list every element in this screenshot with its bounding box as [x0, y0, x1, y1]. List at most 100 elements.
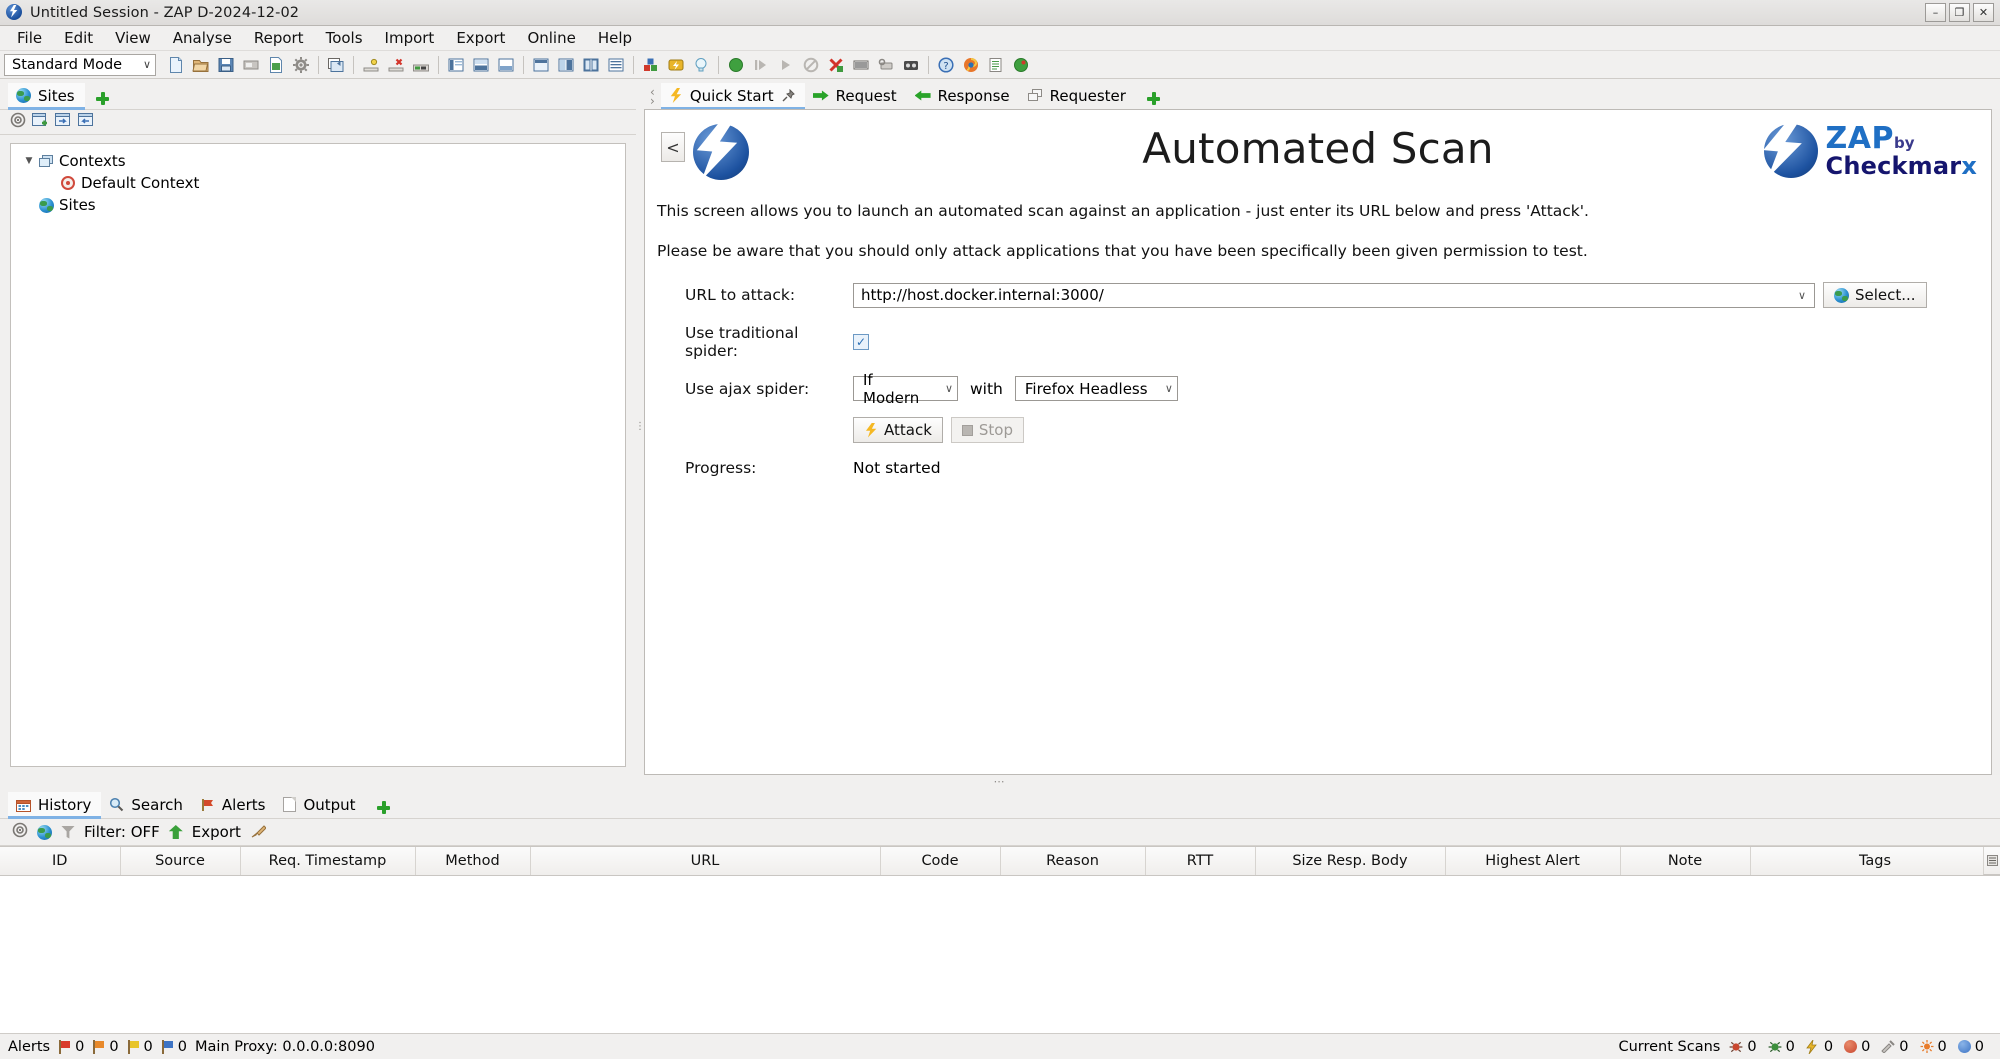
expand-all-icon[interactable]	[359, 53, 383, 77]
column-header-reason[interactable]: Reason	[1000, 847, 1146, 876]
tab-quick-start[interactable]: Quick Start	[660, 83, 805, 110]
alert-medium[interactable]: 0	[92, 1039, 119, 1055]
layout-full-icon[interactable]	[444, 53, 468, 77]
record-icon[interactable]	[899, 53, 923, 77]
menu-report[interactable]: Report	[243, 26, 315, 50]
help-icon[interactable]: ?	[934, 53, 958, 77]
manage-addons-icon[interactable]	[324, 53, 348, 77]
open-session-icon[interactable]	[189, 53, 213, 77]
scan-websocket[interactable]: 0	[1920, 1039, 1947, 1055]
step-icon[interactable]	[774, 53, 798, 77]
layout-panel3-icon[interactable]	[579, 53, 603, 77]
tab-request[interactable]: Request	[805, 83, 907, 109]
tab-search[interactable]: Search	[101, 792, 193, 818]
tab-scroll-arrows[interactable]: ‹ ›	[646, 86, 661, 109]
layout-panel1-icon[interactable]	[529, 53, 553, 77]
column-header-tags[interactable]: Tags	[1750, 847, 2000, 876]
funnel-icon[interactable]	[61, 825, 75, 839]
column-chooser-button[interactable]	[1983, 847, 2000, 875]
export-context-icon[interactable]	[78, 112, 95, 132]
tree-node-default-context[interactable]: Default Context	[11, 172, 625, 194]
target-scope-icon[interactable]	[12, 822, 28, 842]
import-context-icon[interactable]	[55, 112, 72, 132]
collapse-all-icon[interactable]	[384, 53, 408, 77]
browser-select[interactable]: Firefox Headless ∨	[1014, 376, 1178, 401]
chevron-down-icon[interactable]: ▼	[21, 156, 37, 166]
horizontal-splitter[interactable]: ⋯	[0, 775, 2000, 788]
scan-policy-icon[interactable]	[664, 53, 688, 77]
scan-fuzzer[interactable]: 0	[1881, 1039, 1909, 1055]
column-header-highest-alert[interactable]: Highest Alert	[1445, 847, 1621, 876]
tree-node-contexts[interactable]: ▼ Contexts	[11, 150, 625, 172]
show-tab-names-icon[interactable]	[409, 53, 433, 77]
tab-history[interactable]: History	[8, 792, 102, 819]
notes-icon[interactable]	[984, 53, 1008, 77]
break-icon[interactable]	[849, 53, 873, 77]
chevron-down-icon[interactable]: ∨	[1790, 289, 1814, 302]
alert-high[interactable]: 0	[58, 1039, 84, 1055]
export-icon[interactable]	[168, 825, 183, 839]
scan-active[interactable]: 0	[1806, 1039, 1833, 1055]
column-header-source[interactable]: Source	[120, 847, 241, 876]
alert-low[interactable]: 0	[127, 1039, 153, 1055]
tab-requester[interactable]: Requester	[1020, 83, 1136, 109]
layout-panel2-icon[interactable]	[554, 53, 578, 77]
brush-icon[interactable]	[250, 825, 267, 839]
history-table-container[interactable]: ID Source Req. Timestamp Method URL Code…	[0, 846, 2000, 1033]
menu-view[interactable]: View	[104, 26, 162, 50]
export-label[interactable]: Export	[192, 823, 241, 841]
scan-forced-browse[interactable]: 0	[1844, 1039, 1870, 1055]
maximize-button[interactable]: ❐	[1949, 3, 1970, 22]
menu-export[interactable]: Export	[445, 26, 516, 50]
vertical-splitter[interactable]: ⋮	[635, 79, 645, 775]
resume-icon[interactable]	[749, 53, 773, 77]
add-main-tab-button[interactable]	[1136, 88, 1171, 109]
add-bottom-tab-button[interactable]	[366, 797, 401, 818]
lightbulb-icon[interactable]	[689, 53, 713, 77]
scan-ajax-spider[interactable]: 0	[1768, 1039, 1795, 1055]
filter-status-label[interactable]: Filter: OFF	[84, 823, 160, 841]
column-header-url[interactable]: URL	[530, 847, 881, 876]
spider-green-icon[interactable]	[1009, 53, 1033, 77]
alert-informational[interactable]: 0	[161, 1039, 187, 1055]
menu-tools[interactable]: Tools	[315, 26, 374, 50]
column-header-note[interactable]: Note	[1620, 847, 1751, 876]
menu-online[interactable]: Online	[516, 26, 586, 50]
layout-expand-icon[interactable]	[469, 53, 493, 77]
column-header-rtt[interactable]: RTT	[1145, 847, 1256, 876]
tab-output[interactable]: Output	[275, 792, 365, 818]
menu-analyse[interactable]: Analyse	[162, 26, 243, 50]
scan-spider[interactable]: 0	[1729, 1039, 1757, 1055]
add-sites-tab-button[interactable]	[85, 88, 120, 109]
menu-file[interactable]: File	[6, 26, 53, 50]
proxy-icon[interactable]	[874, 53, 898, 77]
tab-response[interactable]: Response	[907, 83, 1020, 109]
pin-icon[interactable]	[781, 88, 795, 103]
column-header-method[interactable]: Method	[415, 847, 531, 876]
menu-edit[interactable]: Edit	[53, 26, 104, 50]
globe-icon[interactable]	[37, 824, 52, 840]
firefox-icon[interactable]	[959, 53, 983, 77]
new-session-icon[interactable]	[164, 53, 188, 77]
new-context-icon[interactable]	[32, 112, 49, 132]
ajax-mode-select[interactable]: If Modern ∨	[853, 371, 958, 407]
column-header-id[interactable]: ID	[0, 847, 121, 876]
select-button[interactable]: Select...	[1823, 282, 1927, 308]
addons-icon[interactable]	[639, 53, 663, 77]
menu-help[interactable]: Help	[587, 26, 643, 50]
traditional-spider-checkbox[interactable]: ✓	[853, 334, 869, 350]
sites-tree[interactable]: ▼ Contexts Default Context Sites	[10, 143, 626, 767]
layout-panel4-icon[interactable]	[604, 53, 628, 77]
session-properties-icon[interactable]	[239, 53, 263, 77]
url-input[interactable]: http://host.docker.internal:3000/ ∨	[853, 282, 1815, 308]
scan-passive[interactable]: 0	[1957, 1039, 1984, 1055]
column-header-req-timestamp[interactable]: Req. Timestamp	[240, 847, 416, 876]
tab-sites[interactable]: Sites	[8, 83, 85, 110]
layout-bottom-icon[interactable]	[494, 53, 518, 77]
column-header-code[interactable]: Code	[880, 847, 1001, 876]
save-session-icon[interactable]	[214, 53, 238, 77]
mode-green-icon[interactable]	[724, 53, 748, 77]
snapshot-session-icon[interactable]	[264, 53, 288, 77]
minimize-button[interactable]: –	[1925, 3, 1946, 22]
attack-button[interactable]: Attack	[853, 417, 943, 443]
